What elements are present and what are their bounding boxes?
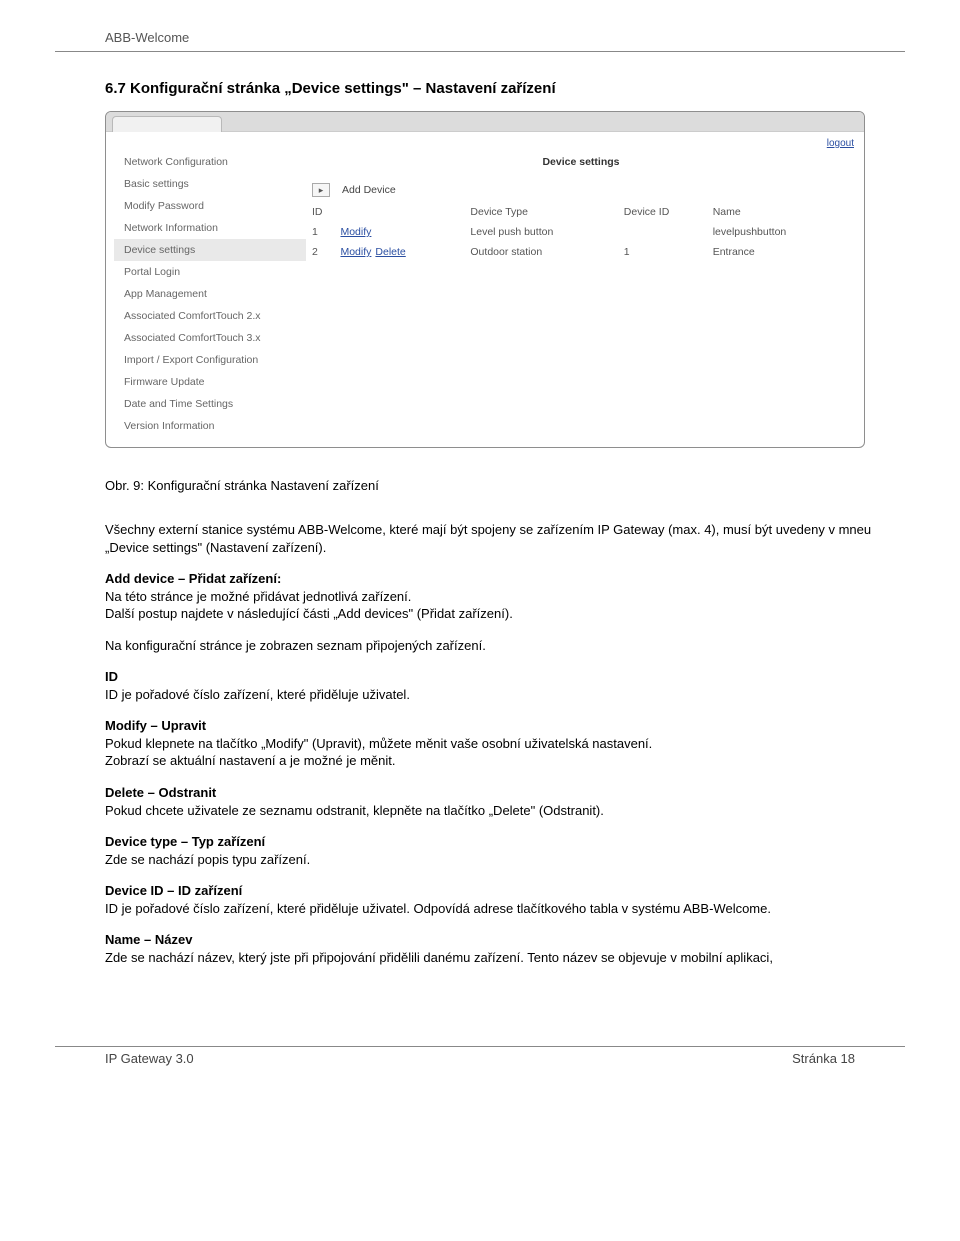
- delete-text: Pokud chcete uživatele ze seznamu odstra…: [105, 803, 604, 818]
- chevron-right-icon[interactable]: ▸: [312, 183, 330, 197]
- figure-caption: Obr. 9: Konfigurační stránka Nastavení z…: [105, 478, 905, 493]
- delete-heading: Delete – Odstranit: [105, 785, 216, 800]
- add-device-text2: Další postup najdete v následující části…: [105, 606, 513, 621]
- add-device-heading: Add device – Přidat zařízení:: [105, 571, 281, 586]
- cell-devid: 1: [624, 242, 713, 262]
- cell-type: Outdoor station: [470, 242, 623, 262]
- name-heading: Name – Název: [105, 932, 192, 947]
- sidebar-item[interactable]: Firmware Update: [114, 371, 306, 393]
- page-footer: IP Gateway 3.0 Stránka 18: [55, 1051, 905, 1086]
- browser-tab[interactable]: [112, 116, 222, 132]
- cell-type: Level push button: [470, 222, 623, 242]
- embedded-screenshot: logout Network ConfigurationBasic settin…: [105, 111, 865, 448]
- id-heading: ID: [105, 669, 118, 684]
- table-header: [340, 202, 470, 222]
- sidebar-item[interactable]: Import / Export Configuration: [114, 349, 306, 371]
- cell-actions: Modify: [340, 222, 470, 242]
- cell-id: 2: [312, 242, 340, 262]
- table-header: ID: [312, 202, 340, 222]
- add-device-row[interactable]: ▸ Add Device: [312, 180, 850, 200]
- devtype-block: Device type – Typ zařízení Zde se nacház…: [105, 833, 875, 868]
- id-text: ID je pořadové číslo zařízení, které při…: [105, 687, 410, 702]
- device-table: IDDevice TypeDevice IDName 1ModifyLevel …: [312, 202, 850, 262]
- footer-right: Stránka 18: [792, 1051, 855, 1066]
- header-rule: [55, 51, 905, 52]
- cell-devid: [624, 222, 713, 242]
- sidebar-item[interactable]: Network Information: [114, 217, 306, 239]
- footer-left: IP Gateway 3.0: [105, 1051, 194, 1066]
- modify-heading: Modify – Upravit: [105, 718, 206, 733]
- sidebar-item[interactable]: Date and Time Settings: [114, 393, 306, 415]
- sidebar-item[interactable]: Associated ComfortTouch 2.x: [114, 305, 306, 327]
- delete-block: Delete – Odstranit Pokud chcete uživatel…: [105, 784, 875, 819]
- main-panel: Device settings ▸ Add Device ID Device Ty…: [306, 151, 856, 437]
- modify-link[interactable]: Modify: [340, 246, 371, 258]
- table-header: Name: [713, 202, 850, 222]
- delete-link[interactable]: Delete: [375, 246, 405, 258]
- table-row: 2Modify Delete Outdoor station1Entrance: [312, 242, 850, 262]
- modify-text1: Pokud klepnete na tlačítko „Modify" (Upr…: [105, 736, 652, 751]
- list-note: Na konfigurační stránce je zobrazen sezn…: [105, 637, 875, 655]
- devid-text: ID je pořadové číslo zařízení, které při…: [105, 901, 771, 916]
- add-device-block: Add device – Přidat zařízení: Na této st…: [105, 570, 875, 623]
- table-header: Device Type: [470, 202, 623, 222]
- panel-title: Device settings: [312, 151, 850, 180]
- cell-actions: Modify Delete: [340, 242, 470, 262]
- cell-name: Entrance: [713, 242, 850, 262]
- browser-tabbar: [106, 112, 864, 132]
- devtype-heading: Device type – Typ zařízení: [105, 834, 265, 849]
- sidebar: Network ConfigurationBasic settingsModif…: [114, 151, 306, 437]
- modify-text2: Zobrazí se aktuální nastavení a je možné…: [105, 753, 396, 768]
- devid-block: Device ID – ID zařízení ID je pořadové č…: [105, 882, 875, 917]
- add-device-label: Add Device: [342, 184, 396, 196]
- name-text: Zde se nachází název, který jste při při…: [105, 950, 773, 965]
- table-row: 1Modify Level push button levelpushbutton: [312, 222, 850, 242]
- name-block: Name – Název Zde se nachází název, který…: [105, 931, 875, 966]
- section-heading: 6.7 Konfigurační stránka „Device setting…: [105, 80, 905, 97]
- cell-id: 1: [312, 222, 340, 242]
- devtype-text: Zde se nachází popis typu zařízení.: [105, 852, 310, 867]
- modify-block: Modify – Upravit Pokud klepnete na tlačí…: [105, 717, 875, 770]
- id-block: ID ID je pořadové číslo zařízení, které …: [105, 668, 875, 703]
- table-header: Device ID: [624, 202, 713, 222]
- sidebar-item[interactable]: Device settings: [114, 239, 306, 261]
- sidebar-item[interactable]: Associated ComfortTouch 3.x: [114, 327, 306, 349]
- add-device-text1: Na této stránce je možné přidávat jednot…: [105, 589, 411, 604]
- devid-heading: Device ID – ID zařízení: [105, 883, 242, 898]
- sidebar-item[interactable]: Modify Password: [114, 195, 306, 217]
- sidebar-item[interactable]: Basic settings: [114, 173, 306, 195]
- intro-paragraph: Všechny externí stanice systému ABB-Welc…: [105, 521, 875, 556]
- logout-link[interactable]: logout: [827, 138, 854, 149]
- footer-rule: [55, 1046, 905, 1047]
- sidebar-item[interactable]: App Management: [114, 283, 306, 305]
- header-title: ABB-Welcome: [105, 30, 905, 45]
- sidebar-item[interactable]: Portal Login: [114, 261, 306, 283]
- sidebar-item[interactable]: Network Configuration: [114, 151, 306, 173]
- modify-link[interactable]: Modify: [340, 226, 371, 238]
- sidebar-item[interactable]: Version Information: [114, 415, 306, 437]
- cell-name: levelpushbutton: [713, 222, 850, 242]
